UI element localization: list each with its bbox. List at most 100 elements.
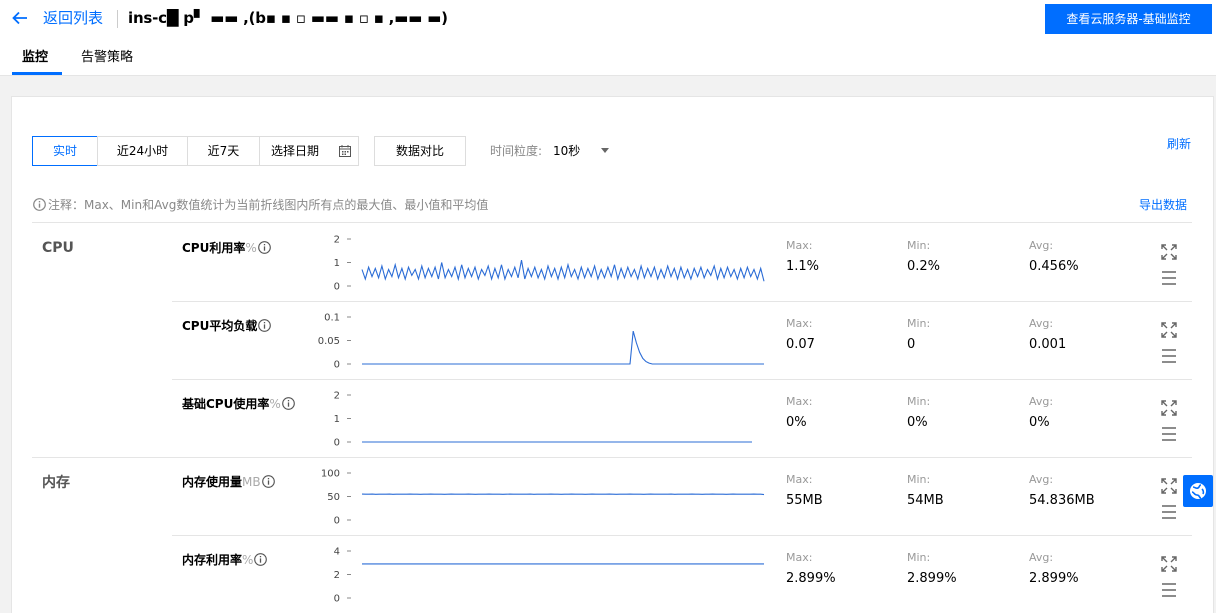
y-tick-label: 0	[334, 516, 340, 527]
stat-avg-label: Avg:	[1029, 317, 1054, 330]
metric-name: 内存利用率%	[182, 553, 268, 567]
info-circle-icon[interactable]	[281, 397, 295, 410]
stat-avg-label: Avg:	[1029, 473, 1054, 486]
y-tick-label: 0.1	[324, 313, 340, 324]
y-tick-label: 0	[334, 438, 340, 449]
stat-avg-value: 2.899%	[1029, 571, 1079, 586]
refresh-link[interactable]: 刷新	[1167, 137, 1191, 151]
stat-max-value: 55MB	[786, 493, 823, 508]
stat-min-label: Min:	[907, 395, 931, 408]
metric-name: CPU平均负载	[182, 319, 272, 333]
y-tick-label: 100	[321, 469, 340, 480]
chevron-down-icon[interactable]	[601, 148, 609, 153]
menu-icon[interactable]	[1161, 426, 1177, 442]
title-divider	[117, 10, 118, 28]
metric-name: CPU利用率%	[182, 241, 271, 255]
info-circle-icon[interactable]	[257, 241, 271, 254]
y-tick-label: 0.05	[318, 336, 340, 347]
menu-icon[interactable]	[1161, 348, 1177, 364]
metric-name: 内存使用量MB	[182, 475, 275, 489]
divider	[172, 379, 1192, 380]
stat-max-label: Max:	[786, 395, 813, 408]
metric-line-chart: 0 1 2	[334, 235, 765, 293]
divider	[32, 457, 1192, 458]
metric-line-chart: 0 2 4	[334, 547, 764, 605]
divider	[172, 301, 1192, 302]
range-24h-button[interactable]: 近24小时	[97, 136, 188, 166]
info-circle-icon	[33, 198, 46, 211]
date-picker[interactable]: 选择日期	[259, 136, 359, 166]
globe-icon	[1190, 483, 1206, 499]
menu-icon[interactable]	[1161, 270, 1177, 286]
calendar-icon	[339, 145, 351, 157]
y-tick-label: 1	[334, 258, 340, 269]
y-tick-label: 0	[334, 282, 340, 293]
stat-min-label: Min:	[907, 551, 931, 564]
stat-min-label: Min:	[907, 239, 931, 252]
y-tick-label: 2	[334, 235, 340, 246]
stat-avg-value: 0.001	[1029, 337, 1067, 352]
metric-name: 基础CPU使用率%	[182, 397, 295, 411]
granularity-select[interactable]: 10秒	[553, 144, 580, 158]
stat-avg-value: 0.456%	[1029, 259, 1079, 274]
top-bar: 返回列表 ins-c█ p▘ ▬▬ ,(b▪ ▪ ▫ ▬▬ ▪ ▫ ▪ ,▬▬ …	[0, 0, 1216, 76]
info-circle-icon[interactable]	[261, 475, 275, 488]
stat-max-value: 1.1%	[786, 259, 820, 274]
stat-max-value: 2.899%	[786, 571, 836, 586]
info-circle-icon[interactable]	[258, 319, 272, 332]
stats-note: 注释：Max、Min和Avg数值统计为当前折线图内所有点的最大值、最小值和平均值	[48, 198, 489, 212]
stat-min-value: 0.2%	[907, 259, 941, 274]
series-line	[361, 259, 765, 282]
view-basic-monitor-button[interactable]: 查看云服务器-基础监控	[1045, 4, 1212, 34]
metric-line-chart: 0 1 2	[334, 391, 752, 449]
expand-icon[interactable]	[1161, 478, 1177, 494]
y-tick-label: 0	[334, 594, 340, 605]
menu-icon[interactable]	[1161, 504, 1177, 520]
floating-help-button[interactable]	[1183, 475, 1213, 507]
metric-name-label: CPU利用率	[182, 241, 246, 255]
back-arrow-icon[interactable]	[11, 9, 29, 27]
series-line	[362, 330, 764, 365]
export-data-link[interactable]: 导出数据	[1139, 198, 1187, 212]
stat-avg-label: Avg:	[1029, 551, 1054, 564]
stat-min-value: 0%	[907, 415, 928, 430]
y-tick-label: 0	[334, 360, 340, 371]
info-circle-icon[interactable]	[254, 553, 268, 566]
expand-icon[interactable]	[1161, 322, 1177, 338]
series-line	[361, 493, 765, 496]
granularity-label: 时间粒度:	[490, 144, 543, 158]
range-live-button[interactable]: 实时	[32, 136, 98, 166]
active-tab-indicator	[12, 72, 62, 75]
stat-max-value: 0%	[786, 415, 807, 430]
data-compare-button[interactable]: 数据对比	[374, 136, 466, 166]
y-tick-label: 2	[334, 391, 340, 402]
expand-icon[interactable]	[1161, 400, 1177, 416]
group-label-memory: 内存	[42, 475, 70, 491]
metric-unit: %	[245, 241, 257, 255]
y-tick-label: 1	[334, 414, 340, 425]
stat-max-label: Max:	[786, 551, 813, 564]
stat-max-label: Max:	[786, 239, 813, 252]
metric-unit: %	[242, 553, 254, 567]
metric-name-label: 内存使用量	[182, 475, 243, 489]
stat-avg-label: Avg:	[1029, 395, 1054, 408]
stat-min-label: Min:	[907, 317, 931, 330]
stat-avg-label: Avg:	[1029, 239, 1054, 252]
stat-min-value: 54MB	[907, 493, 944, 508]
back-to-list-link[interactable]: 返回列表	[43, 9, 103, 27]
stat-max-label: Max:	[786, 317, 813, 330]
tab-alarm-policy[interactable]: 告警策略	[81, 50, 133, 66]
stat-max-value: 0.07	[786, 337, 815, 352]
metric-name-label: CPU平均负载	[182, 319, 258, 333]
menu-icon[interactable]	[1161, 582, 1177, 598]
metric-unit: %	[269, 397, 281, 411]
expand-icon[interactable]	[1161, 556, 1177, 572]
stat-min-value: 2.899%	[907, 571, 957, 586]
y-tick-label: 50	[327, 492, 340, 503]
y-tick-label: 4	[334, 547, 340, 558]
metric-line-chart: 0 0.05 0.1	[318, 313, 764, 371]
metric-line-chart: 0 50 100	[321, 469, 765, 527]
expand-icon[interactable]	[1161, 244, 1177, 260]
tab-monitor[interactable]: 监控	[22, 50, 48, 66]
range-7d-button[interactable]: 近7天	[187, 136, 260, 166]
